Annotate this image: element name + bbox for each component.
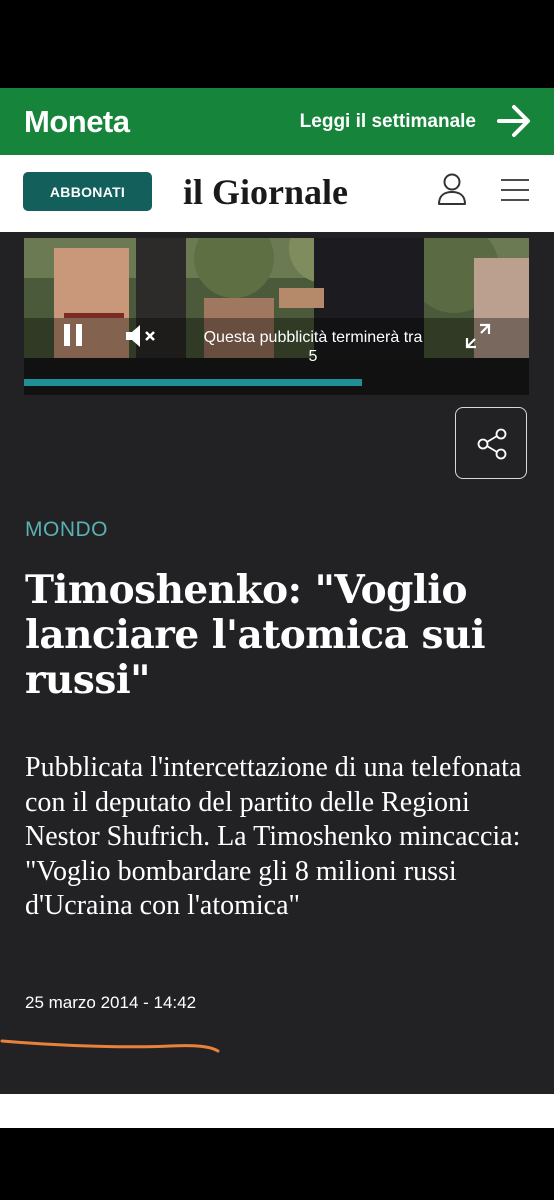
mute-icon[interactable]	[124, 324, 158, 348]
moneta-promo-bar[interactable]: Moneta Leggi il settimanale	[0, 88, 554, 155]
share-icon	[477, 428, 507, 460]
read-weekly-link[interactable]: Leggi il settimanale	[300, 111, 476, 133]
article-title: Timoshenko: "Voglio lanciare l'atomica s…	[25, 567, 486, 703]
hamburger-menu-icon[interactable]	[500, 178, 530, 202]
fullscreen-icon[interactable]	[465, 323, 491, 349]
subscribe-button[interactable]: ABBONATI	[23, 172, 152, 211]
ad-message-text: Questa pubblicità terminerà tra	[203, 329, 423, 346]
share-button[interactable]	[455, 407, 527, 479]
page-bottom-strip	[0, 1094, 554, 1128]
ad-countdown-number: 5	[308, 348, 318, 365]
ad-progress-bar	[24, 379, 363, 386]
site-header: ABBONATI il Giornale	[0, 155, 554, 232]
user-account-icon[interactable]	[436, 172, 468, 206]
site-logo[interactable]: il Giornale	[183, 171, 348, 213]
handwritten-underline	[0, 1039, 220, 1053]
video-ad[interactable]: Questa pubblicità terminerà tra 5	[24, 238, 529, 395]
arrow-right-icon[interactable]	[496, 102, 532, 140]
article-summary: Pubblicata l'intercettazione di una tele…	[25, 752, 522, 921]
article-date: 25 marzo 2014 - 14:42	[25, 993, 197, 1012]
moneta-brand: Moneta	[24, 104, 130, 139]
article-category[interactable]: MONDO	[25, 518, 108, 542]
ad-countdown-message: Questa pubblicità terminerà tra 5	[178, 328, 448, 366]
pause-icon[interactable]	[62, 323, 84, 347]
